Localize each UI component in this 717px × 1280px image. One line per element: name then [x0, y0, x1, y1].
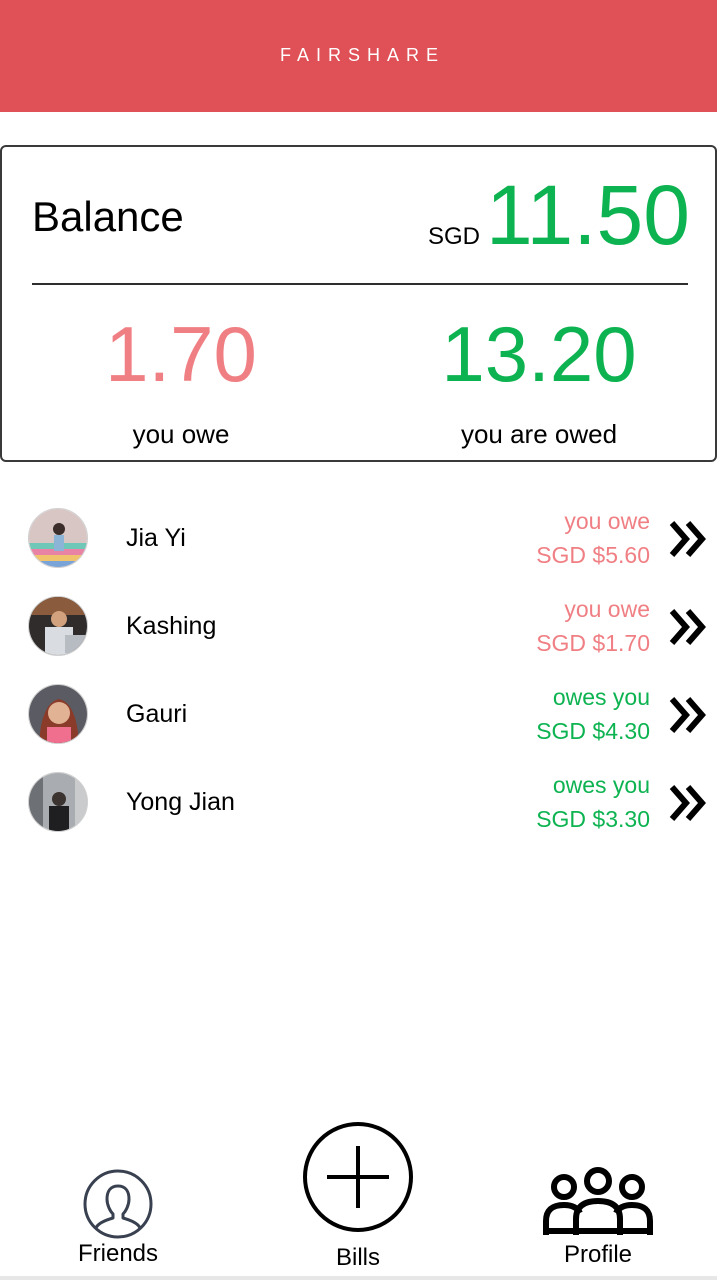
- friend-amount: SGD $1.70: [536, 630, 650, 656]
- friend-row-kashing[interactable]: Kashing you owe SGD $1.70: [0, 582, 717, 670]
- double-chevron-right-icon[interactable]: [666, 605, 710, 649]
- nav-friends-label: Friends: [77, 1240, 159, 1267]
- app-header: FAIRSHARE: [0, 0, 717, 112]
- friend-name: Kashing: [126, 612, 217, 640]
- nav-bills-label: Bills: [335, 1244, 380, 1271]
- avatar: [28, 596, 88, 656]
- friends-list: Jia Yi you owe SGD $5.60 Kashing you owe…: [0, 494, 717, 846]
- app-title: FAIRSHARE: [279, 44, 446, 65]
- nav-profile[interactable]: Profile: [528, 1165, 668, 1269]
- friend-name: Yong Jian: [126, 788, 235, 816]
- friend-amount: SGD $4.30: [536, 718, 650, 744]
- double-chevron-right-icon[interactable]: [666, 693, 710, 737]
- friend-row-jia-yi[interactable]: Jia Yi you owe SGD $5.60: [0, 494, 717, 582]
- bottom-nav: Friends Bills Profile: [0, 1110, 717, 1280]
- double-chevron-right-icon[interactable]: [666, 517, 710, 561]
- balance-divider: [32, 283, 688, 285]
- friend-amount: SGD $5.60: [536, 542, 650, 568]
- nav-bills[interactable]: Bills: [298, 1120, 418, 1272]
- you-owe-amount: 1.70: [105, 310, 257, 398]
- balance-label: Balance: [32, 193, 184, 240]
- nav-friends[interactable]: Friends: [58, 1168, 178, 1268]
- friend-row-yong-jian[interactable]: Yong Jian owes you SGD $3.30: [0, 758, 717, 846]
- balance-amount: 11.50: [486, 168, 690, 262]
- friend-name: Gauri: [126, 700, 188, 728]
- friend-status: you owe: [564, 596, 650, 622]
- bottom-rule: [0, 1276, 717, 1280]
- balance-currency: SGD: [428, 223, 481, 250]
- you-owe-label: you owe: [132, 419, 230, 449]
- group-icon: [543, 1167, 653, 1235]
- friend-name: Jia Yi: [126, 524, 186, 552]
- friend-status: owes you: [552, 684, 650, 710]
- balance-card: Balance SGD 11.50 1.70 13.20 you owe you…: [0, 145, 717, 462]
- avatar: [28, 772, 88, 832]
- friend-status: you owe: [564, 508, 650, 534]
- plus-circle-icon: [303, 1122, 413, 1232]
- friend-status: owes you: [552, 772, 650, 798]
- avatar: [28, 684, 88, 744]
- you-are-owed-label: you are owed: [460, 419, 618, 449]
- avatar: [28, 508, 88, 568]
- friend-amount: SGD $3.30: [536, 806, 650, 832]
- nav-profile-label: Profile: [563, 1241, 633, 1268]
- friend-row-gauri[interactable]: Gauri owes you SGD $4.30: [0, 670, 717, 758]
- user-silhouette-icon: [83, 1169, 153, 1239]
- double-chevron-right-icon[interactable]: [666, 781, 710, 825]
- you-are-owed-amount: 13.20: [441, 310, 637, 398]
